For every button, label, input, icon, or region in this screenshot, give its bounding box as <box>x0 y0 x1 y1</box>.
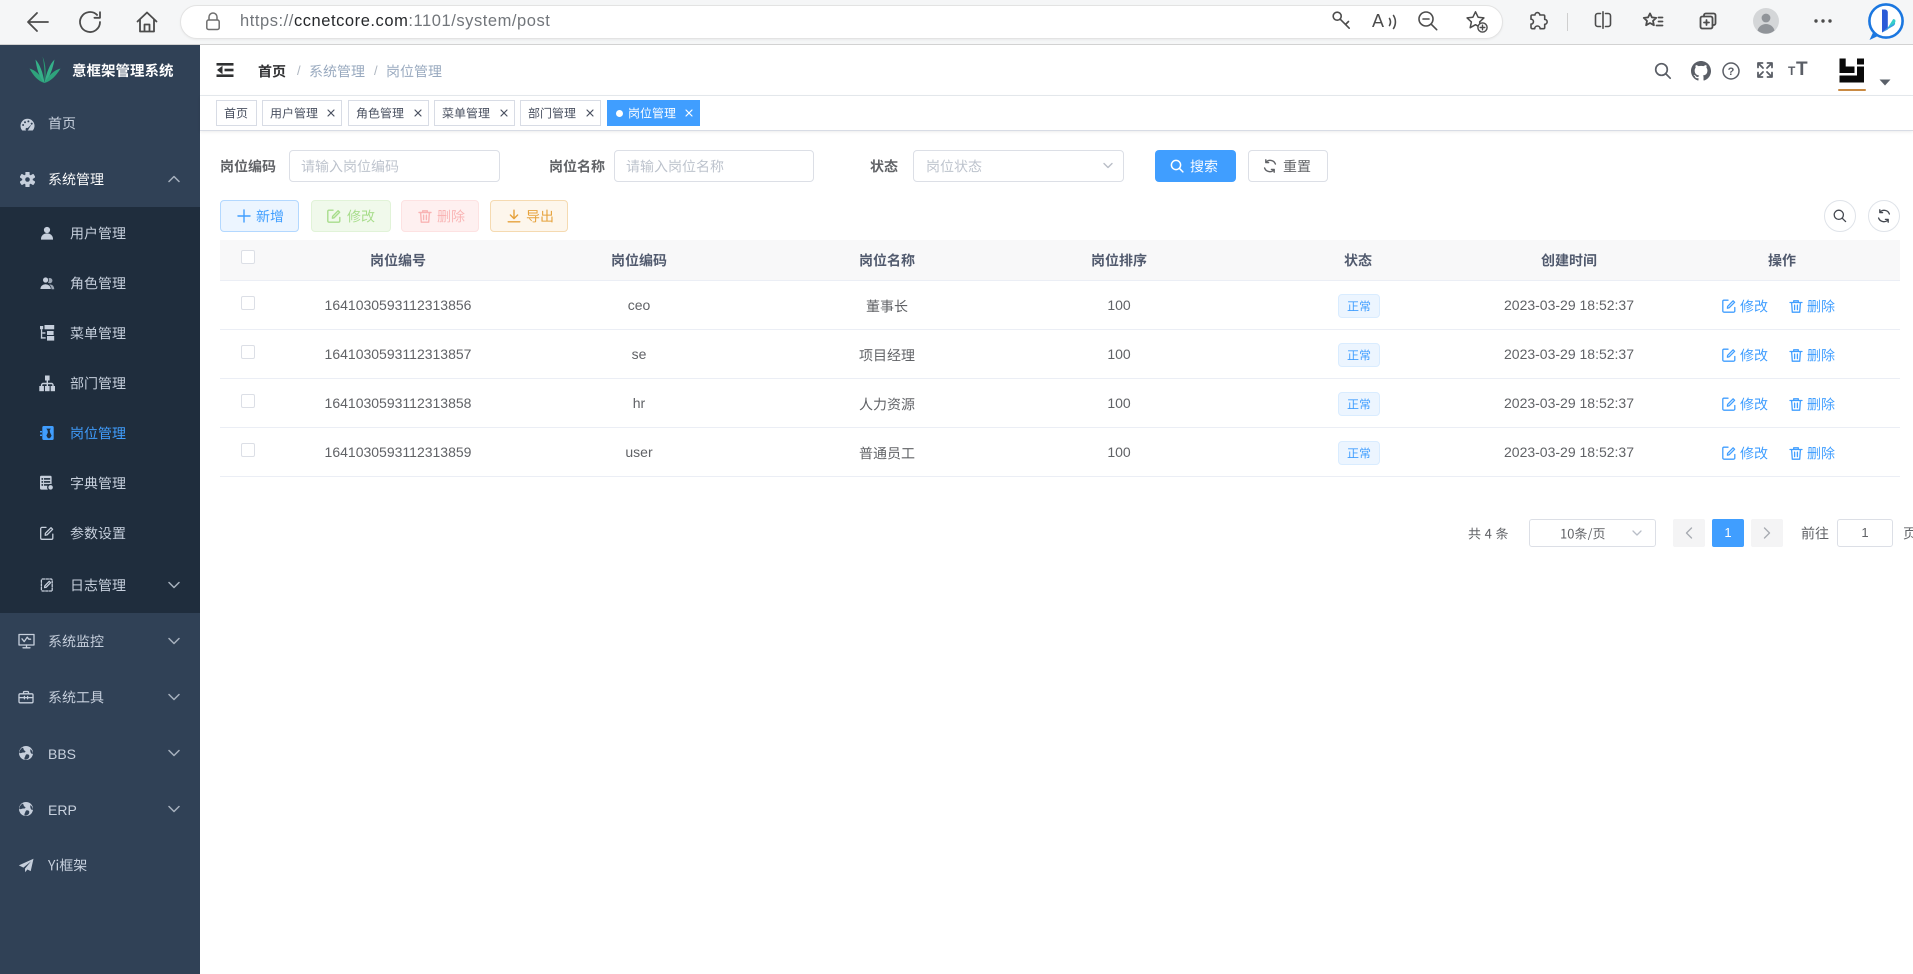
svg-text:?: ? <box>1728 66 1735 78</box>
